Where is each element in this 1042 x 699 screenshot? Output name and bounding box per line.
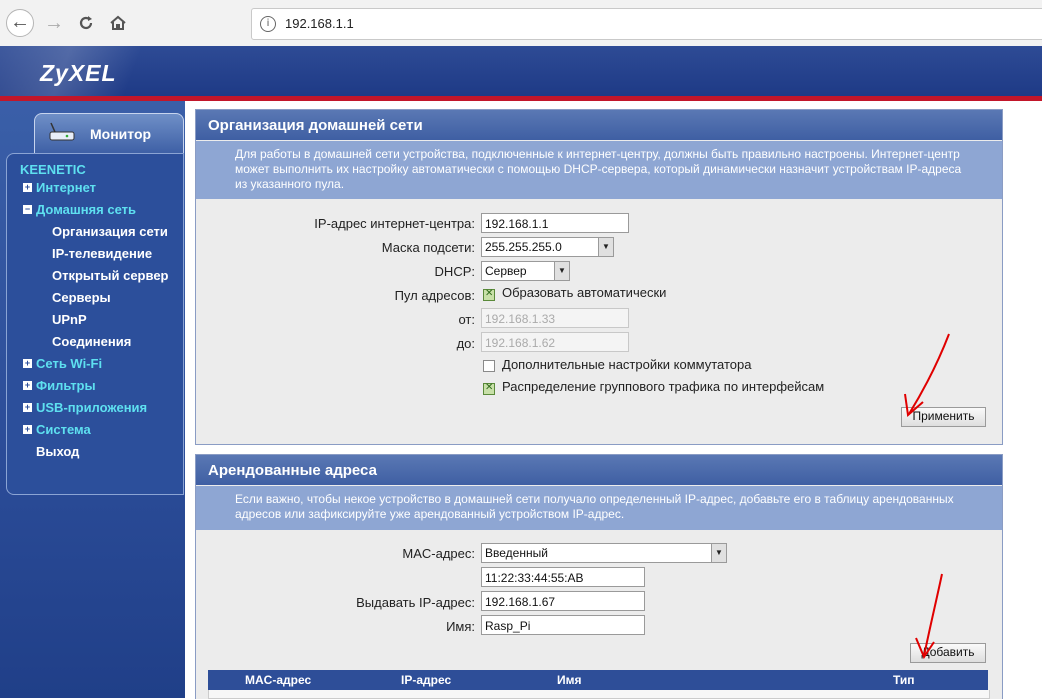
red-annotation-arrow <box>904 333 950 417</box>
sidebar-item-filters[interactable]: Фильтры <box>36 378 96 393</box>
dropdown-arrow-icon[interactable]: ▼ <box>711 544 726 562</box>
monitor-tab-label: Монитор <box>90 126 152 142</box>
expand-plus-icon[interactable]: + <box>23 381 32 390</box>
subnet-mask-select[interactable]: 255.255.255.0 ▼ <box>481 237 614 257</box>
dhcp-value: Сервер <box>485 264 527 278</box>
sidebar-subitem-upnp[interactable]: UPnP <box>52 312 87 327</box>
subnet-mask-value: 255.255.255.0 <box>485 240 562 254</box>
pool-auto-label: Образовать автоматически <box>502 285 667 300</box>
dhcp-select[interactable]: Сервер ▼ <box>481 261 570 281</box>
pool-from-label: от: <box>458 312 475 327</box>
expand-plus-icon[interactable]: + <box>23 425 32 434</box>
sidebar-item-system[interactable]: Система <box>36 422 91 437</box>
dhcp-label: DHCP: <box>434 264 475 279</box>
leased-addresses-title: Арендованные адреса <box>208 462 377 479</box>
dropdown-arrow-icon[interactable]: ▼ <box>554 262 569 280</box>
column-header-type[interactable]: Тип <box>893 673 915 687</box>
expand-plus-icon[interactable]: + <box>23 403 32 412</box>
sidebar-subitem-iptv[interactable]: IP-телевидение <box>52 246 152 261</box>
mac-source-value: Введенный <box>485 546 548 560</box>
panel-description: Если важно, чтобы некое устройство в дом… <box>196 486 1002 530</box>
sidebar-subitem-network-setup[interactable]: Организация сети <box>52 224 168 239</box>
forward-arrow-icon[interactable]: → <box>40 9 68 37</box>
sidebar-item-logout[interactable]: Выход <box>36 444 79 459</box>
address-bar[interactable]: i 192.168.1.1 <box>251 8 1042 40</box>
zyxel-logo: ZyXEL <box>40 60 117 86</box>
multicast-checkbox[interactable] <box>483 382 495 395</box>
url-text: 192.168.1.1 <box>285 16 354 31</box>
multicast-label: Распределение группового трафика по инте… <box>502 379 825 394</box>
pool-to-label: до: <box>456 336 475 351</box>
panel-description: Для работы в домашней сети устройства, п… <box>196 141 1002 199</box>
red-annotation-arrow <box>915 573 943 660</box>
assign-ip-input[interactable]: 192.168.1.67 <box>481 591 645 611</box>
dropdown-arrow-icon[interactable]: ▼ <box>598 238 613 256</box>
router-icon <box>49 122 75 141</box>
sidebar-item-home-network[interactable]: Домашняя сеть <box>36 202 136 217</box>
browser-toolbar: ← → i 192.168.1.1 <box>0 0 1042 47</box>
device-name-input[interactable]: Rasp_Pi <box>481 615 645 635</box>
expand-plus-icon[interactable]: + <box>23 183 32 192</box>
router-header: ZyXEL <box>0 46 1042 101</box>
sidebar: Монитор KEENETIC + Интернет − Домашняя с… <box>0 101 185 698</box>
leased-addresses-description: Если важно, чтобы некое устройство в дом… <box>235 492 954 521</box>
pool-from-input[interactable]: 192.168.1.33 <box>481 308 629 328</box>
reload-icon[interactable] <box>72 9 100 37</box>
pool-auto-checkbox[interactable] <box>483 288 495 301</box>
back-arrow-icon[interactable]: ← <box>6 9 34 37</box>
collapse-minus-icon[interactable]: − <box>23 205 32 214</box>
column-header-ip[interactable]: IP-адрес <box>401 673 451 687</box>
subnet-mask-label: Маска подсети: <box>381 240 475 255</box>
switch-settings-checkbox[interactable] <box>483 360 495 372</box>
sidebar-item-wifi[interactable]: Сеть Wi-Fi <box>36 356 102 371</box>
sidebar-item-internet[interactable]: Интернет <box>36 180 96 195</box>
router-ip-input[interactable]: 192.168.1.1 <box>481 213 629 233</box>
expand-plus-icon[interactable]: + <box>23 359 32 368</box>
panel-title: Организация домашней сети <box>196 110 1002 140</box>
panel-title: Арендованные адреса <box>196 455 1002 485</box>
mac-address-input[interactable]: 11:22:33:44:55:AB <box>481 567 645 587</box>
info-icon[interactable]: i <box>260 16 276 32</box>
home-network-title: Организация домашней сети <box>208 117 423 134</box>
switch-settings-label: Дополнительные настройки коммутатора <box>502 357 752 372</box>
sidebar-subitem-open-server[interactable]: Открытый сервер <box>52 268 169 283</box>
assign-ip-label: Выдавать IP-адрес: <box>356 595 475 610</box>
home-icon[interactable] <box>104 9 132 37</box>
leases-table-header: MAC-адрес IP-адрес Имя Тип <box>208 670 988 690</box>
router-ip-label: IP-адрес интернет-центра: <box>314 216 475 231</box>
mac-address-label: MAC-адрес: <box>402 546 475 561</box>
sidebar-subitem-connections[interactable]: Соединения <box>52 334 131 349</box>
pool-to-input[interactable]: 192.168.1.62 <box>481 332 629 352</box>
column-header-name[interactable]: Имя <box>557 673 582 687</box>
monitor-tab[interactable]: Монитор <box>34 113 184 154</box>
sidebar-item-usb-apps[interactable]: USB-приложения <box>36 400 147 415</box>
mac-source-select[interactable]: Введенный ▼ <box>481 543 727 563</box>
keenetic-brand: KEENETIC <box>20 162 86 177</box>
device-name-label: Имя: <box>446 619 475 634</box>
sidebar-subitem-servers[interactable]: Серверы <box>52 290 111 305</box>
column-header-mac[interactable]: MAC-адрес <box>245 673 311 687</box>
address-pool-label: Пул адресов: <box>394 288 475 303</box>
home-network-description: Для работы в домашней сети устройства, п… <box>235 147 962 191</box>
